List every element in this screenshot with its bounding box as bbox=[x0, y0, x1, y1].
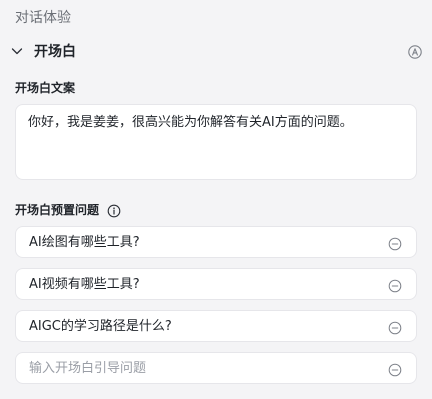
preset-question-text[interactable]: AI绘图有哪些工具? bbox=[29, 234, 140, 252]
chevron-down-icon[interactable] bbox=[9, 43, 25, 59]
opener-copy-textarea[interactable]: 你好，我是姜姜，很高兴能为你解答有关AI方面的问题。 bbox=[15, 104, 417, 180]
preset-questions-label: 开场白预置问题 bbox=[15, 203, 100, 217]
minus-circle-icon[interactable] bbox=[388, 362, 402, 377]
minus-circle-icon[interactable] bbox=[388, 320, 402, 335]
opener-header[interactable]: 开场白 bbox=[0, 40, 432, 64]
preset-question-text[interactable]: AI视频有哪些工具? bbox=[29, 276, 140, 294]
opener-copy-text[interactable]: 你好，我是姜姜，很高兴能为你解答有关AI方面的问题。 bbox=[28, 113, 406, 133]
info-circle-icon[interactable] bbox=[107, 203, 121, 218]
section-title: 对话体验 bbox=[15, 10, 71, 26]
minus-circle-icon[interactable] bbox=[388, 278, 402, 293]
new-question-input[interactable]: 输入开场白引导问题 bbox=[15, 352, 417, 384]
preset-question-row[interactable]: AI绘图有哪些工具? bbox=[15, 226, 417, 258]
preset-question-row[interactable]: AI视频有哪些工具? bbox=[15, 268, 417, 300]
new-question-placeholder[interactable]: 输入开场白引导问题 bbox=[29, 360, 146, 378]
minus-circle-icon[interactable] bbox=[388, 236, 402, 251]
auto-a-circle-icon[interactable] bbox=[407, 44, 423, 60]
opener-copy-label: 开场白文案 bbox=[15, 81, 76, 95]
opener-title: 开场白 bbox=[34, 44, 76, 60]
preset-question-text[interactable]: AIGC的学习路径是什么? bbox=[29, 318, 172, 336]
preset-question-row[interactable]: AIGC的学习路径是什么? bbox=[15, 310, 417, 342]
